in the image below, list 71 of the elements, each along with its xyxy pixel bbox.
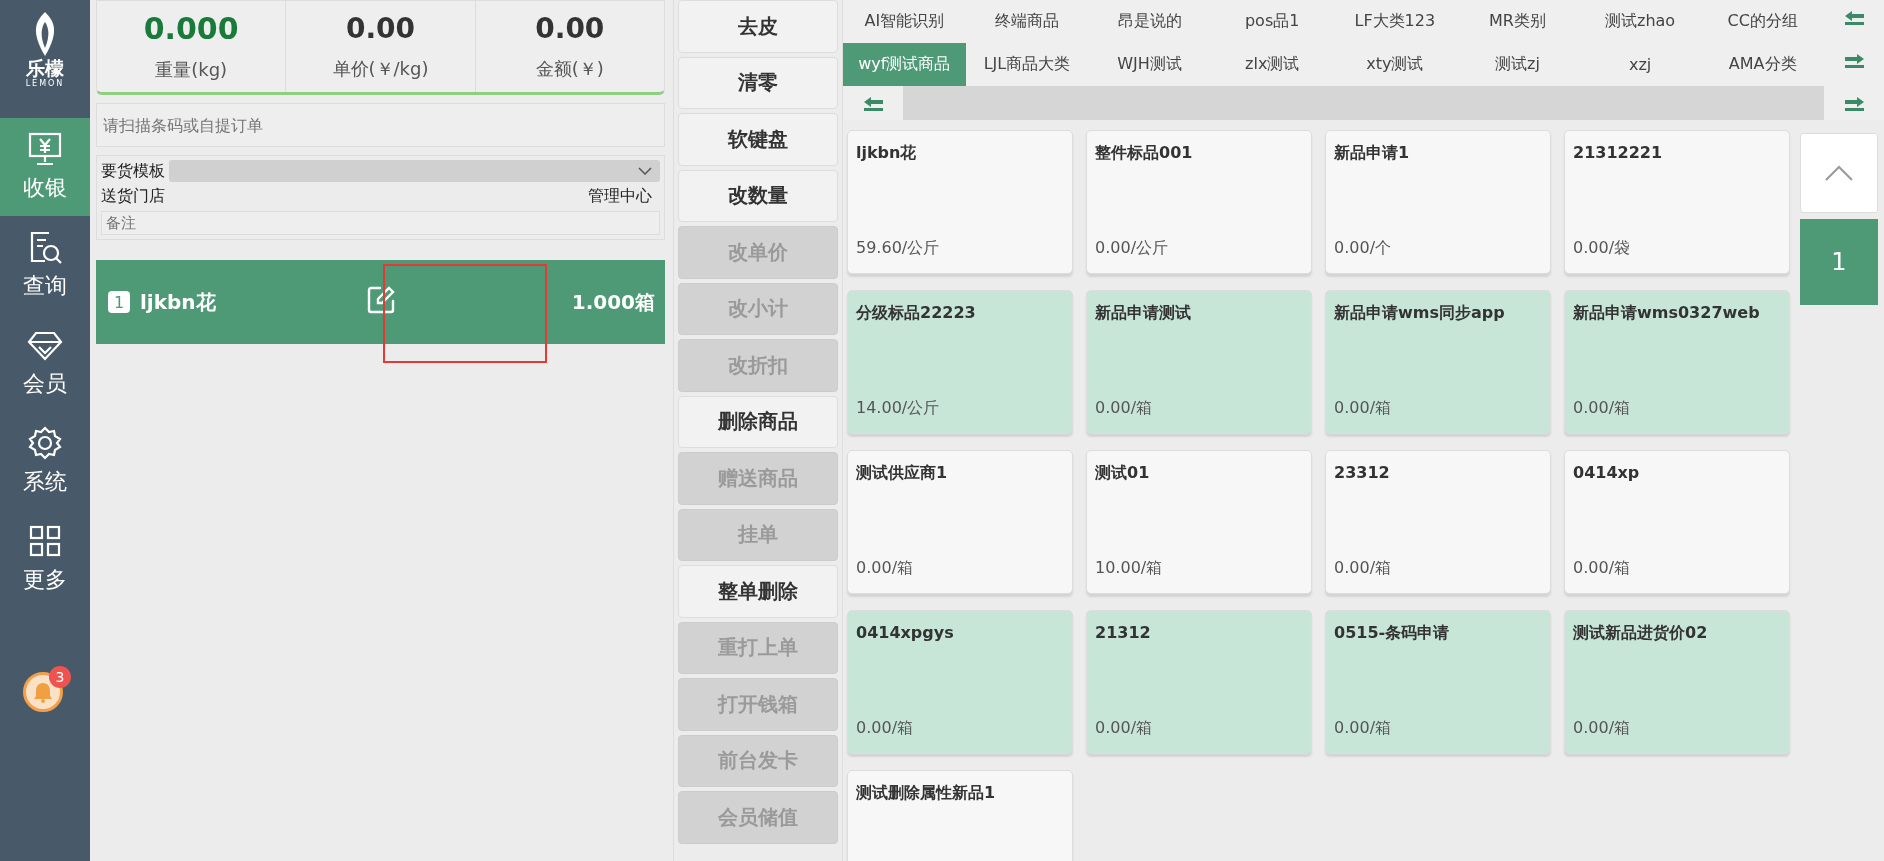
logo-subtitle: LEMON (25, 78, 65, 88)
product-card[interactable]: 整件标品001 0.00/公斤 (1086, 130, 1312, 274)
store-value: 管理中心 (588, 186, 652, 207)
line-number: 1 (108, 291, 130, 313)
category-tab[interactable]: AMA分类 (1701, 43, 1824, 86)
notification-button[interactable] (23, 672, 63, 712)
arrow-left-icon (1842, 8, 1866, 26)
product-card[interactable]: 测试01 10.00/箱 (1086, 450, 1312, 594)
notification-badge: 3 (49, 666, 71, 688)
action-button[interactable]: 去皮 (678, 0, 838, 53)
category-tab[interactable]: MR类别 (1456, 0, 1579, 43)
barcode-input-field[interactable]: 请扫描条码或自提订单 (96, 103, 665, 147)
category-tab[interactable]: CC的分组 (1701, 0, 1824, 43)
reading-value: 0.00 (345, 12, 416, 45)
note-input-field[interactable]: 备注 (101, 211, 660, 235)
category-tab[interactable]: 昂是说的 (1088, 0, 1211, 43)
product-card[interactable]: 23312 0.00/箱 (1325, 450, 1551, 594)
product-card[interactable]: 新品申请1 0.00/个 (1325, 130, 1551, 274)
category-tab[interactable]: AI智能识别 (843, 0, 966, 43)
nav-item[interactable]: 系统 (0, 412, 90, 510)
reading-label: 单价(￥/kg) (332, 57, 429, 81)
category-tab[interactable]: 测试zj (1456, 43, 1579, 86)
logo-text: 乐檬 (26, 58, 64, 79)
product-card[interactable]: 新品申请wms0327web 0.00/箱 (1564, 290, 1790, 434)
category-tab[interactable]: xty测试 (1333, 43, 1457, 86)
action-button[interactable]: 改数量 (678, 169, 838, 222)
reading-label: 金额(￥) (535, 57, 604, 81)
nav-item[interactable]: 查询 (0, 216, 90, 314)
action-button[interactable]: 软键盘 (678, 113, 838, 166)
category-tab[interactable]: zlx测试 (1210, 43, 1334, 86)
product-card[interactable]: 分级标品22223 14.00/公斤 (847, 290, 1073, 434)
category-tab[interactable]: LJL商品大类 (965, 43, 1089, 86)
product-card[interactable]: 0414xp 0.00/箱 (1564, 450, 1790, 594)
settings-icon (27, 425, 63, 461)
reading-value: 0.000 (143, 11, 239, 46)
product-name: ljkbn花 (140, 288, 216, 316)
product-card[interactable]: ljkbn花 59.60/公斤 (847, 130, 1073, 274)
arrow-right-icon (1842, 51, 1866, 69)
product-card[interactable]: 测试供应商1 0.00/箱 (847, 450, 1073, 594)
category-tab[interactable]: pos品1 (1210, 0, 1334, 43)
reading-value: 0.00 (535, 12, 605, 45)
field-label: 要货模板 (101, 160, 165, 182)
action-button[interactable]: 整单删除 (678, 565, 838, 618)
grid-icon (27, 523, 63, 559)
product-card[interactable]: 测试删除属性新品1 (847, 770, 1073, 861)
nav-item[interactable]: 更多 (0, 510, 90, 608)
product-card[interactable]: 21312221 0.00/袋 (1564, 130, 1790, 274)
category-tab[interactable]: 终端商品 (965, 0, 1089, 43)
quantity: 1.000箱 (570, 288, 655, 316)
product-card[interactable]: 新品申请wms同步app 0.00/箱 (1325, 290, 1551, 434)
field-label: 送货门店 (101, 186, 165, 207)
product-card[interactable]: 0414xpgys 0.00/箱 (847, 610, 1073, 754)
product-card[interactable]: 21312 0.00/箱 (1086, 610, 1312, 754)
bell-icon (31, 680, 55, 704)
product-card[interactable]: 新品申请测试 0.00/箱 (1086, 290, 1312, 434)
arrow-right-icon (1842, 94, 1866, 112)
chevron-up-icon (1825, 165, 1853, 181)
category-tab[interactable]: LF大类123 (1333, 0, 1457, 43)
action-button[interactable]: 删除商品 (678, 395, 838, 448)
edit-icon (366, 285, 397, 315)
category-tab[interactable]: WJH测试 (1088, 43, 1211, 86)
product-card[interactable]: 0515-条码申请 0.00/箱 (1325, 610, 1551, 754)
reading-label: 重量(kg) (155, 58, 228, 82)
chevron-down-icon (638, 167, 652, 175)
action-button[interactable]: 清零 (678, 56, 838, 109)
category-tab[interactable]: xzj (1578, 43, 1702, 86)
product-card[interactable]: 测试新品进货价02 0.00/箱 (1564, 610, 1790, 754)
nav-item[interactable]: 会员 (0, 314, 90, 412)
category-tab[interactable]: 测试zhao (1578, 0, 1702, 43)
arrow-left-icon (861, 94, 885, 112)
monitor-yen-icon (27, 131, 63, 167)
